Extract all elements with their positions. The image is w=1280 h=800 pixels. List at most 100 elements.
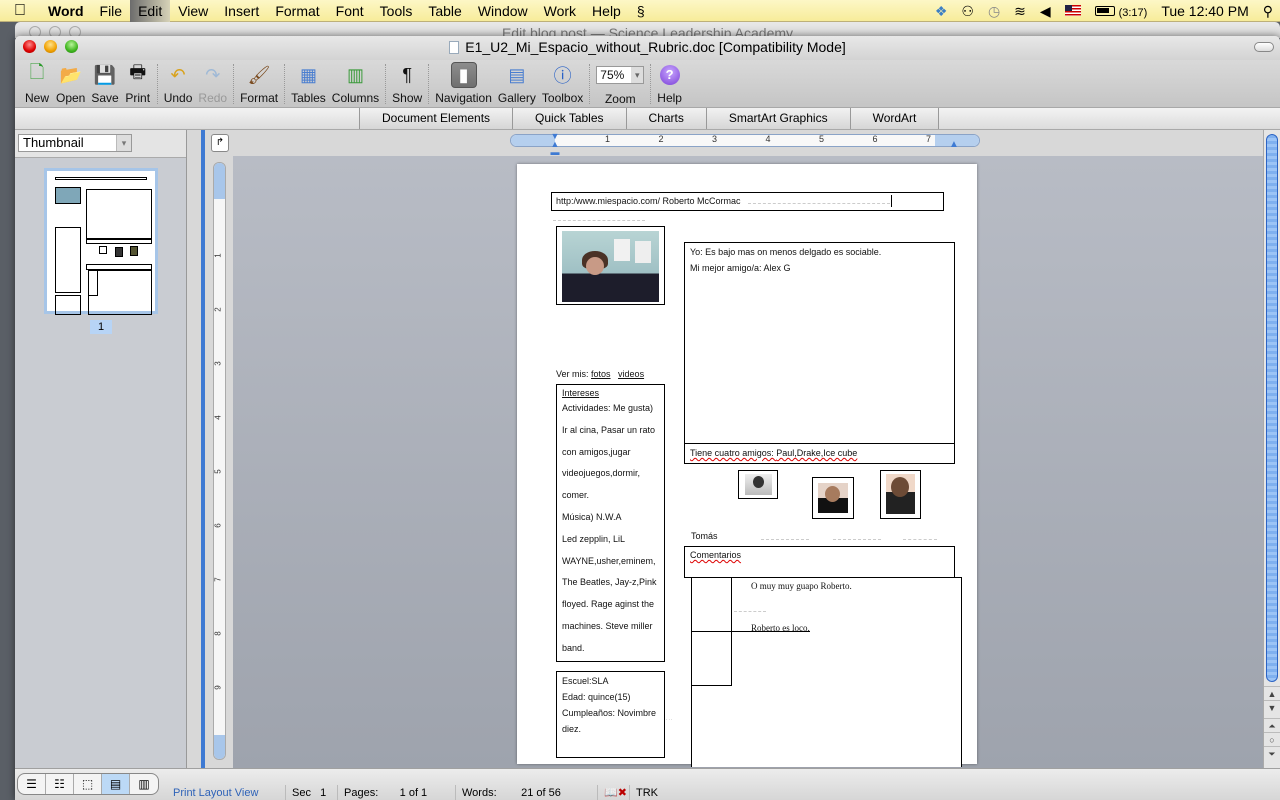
browse-object-button[interactable]: ○ — [1264, 732, 1280, 746]
info-box[interactable]: Escuel:SLAEdad: quince(15)Cumpleaños: No… — [556, 671, 665, 758]
format-button[interactable]: 🖌Format — [237, 60, 281, 105]
volume-icon[interactable]: ◀ — [1033, 3, 1058, 20]
interests-box[interactable]: Intereses Actividades: Me gusta)Ir al ci… — [556, 384, 665, 662]
input-flag-icon[interactable] — [1058, 3, 1088, 19]
tab-document-elements[interactable]: Document Elements — [360, 108, 513, 129]
ruler-number: 5 — [819, 134, 824, 144]
friend-photo-paul[interactable] — [738, 470, 778, 499]
interests-line: WAYNE,usher,eminem, — [562, 556, 656, 566]
apple-menu-icon[interactable]:  — [0, 2, 40, 20]
friend-photo-ice-cube[interactable] — [880, 470, 921, 519]
document-page[interactable]: http:/www.miespacio.com/ Roberto McCorma… — [517, 164, 977, 764]
show-button[interactable]: ¶Show — [389, 60, 425, 105]
outline-view-button[interactable]: ☷ — [46, 774, 74, 794]
zoom-select[interactable]: 75% — [596, 66, 644, 84]
dropbox-icon[interactable]: ❖ — [928, 3, 955, 20]
menu-insert[interactable]: Insert — [216, 0, 267, 22]
track-changes-indicator[interactable]: TRK — [629, 785, 679, 800]
time-machine-icon[interactable]: ◷ — [981, 3, 1007, 20]
first-line-indent-marker[interactable]: ▼▲▬ — [550, 132, 560, 152]
wifi-icon[interactable]: ≋ — [1007, 3, 1033, 20]
menu-help[interactable]: Help — [584, 0, 629, 22]
menu-format[interactable]: Format — [267, 0, 327, 22]
menu-table[interactable]: Table — [420, 0, 469, 22]
friends-box[interactable]: Tiene cuatro amigos: Paul,Drake,Ice cube — [684, 443, 955, 464]
vertical-ruler[interactable]: ↱ 123456789 — [207, 130, 233, 768]
print-layout-view-button[interactable]: ▤ — [102, 774, 130, 794]
close-button[interactable] — [23, 40, 36, 53]
previous-page-button[interactable]: ⏶ — [1264, 718, 1280, 732]
interests-line: con amigos,jugar — [562, 447, 631, 457]
right-indent-marker[interactable]: ▲ — [949, 139, 959, 150]
menu-work[interactable]: Work — [536, 0, 584, 22]
pane-splitter[interactable] — [187, 130, 207, 768]
script-menu-icon[interactable]: § — [629, 0, 653, 22]
ver-mis-line: Ver mis: fotos videos — [556, 369, 644, 379]
url-name-box[interactable]: http:/www.miespacio.com/ Roberto McCorma… — [551, 192, 944, 211]
zoom-button[interactable] — [65, 40, 78, 53]
notebook-view-button[interactable]: ▥ — [130, 774, 158, 794]
navigation-view-select[interactable]: Thumbnail — [18, 134, 132, 152]
word-count[interactable]: Words: 21 of 56 — [455, 785, 595, 800]
comment-avatar-cell — [691, 631, 732, 686]
printer-icon: 🖶 — [125, 62, 151, 88]
title-bar[interactable]: E1_U2_Mi_Espacio_without_Rubric.doc [Com… — [15, 36, 1280, 60]
friend-photo-drake[interactable] — [812, 477, 854, 519]
ruler-number: 7 — [926, 134, 931, 144]
next-page-button[interactable]: ⏷ — [1264, 746, 1280, 760]
draft-view-button[interactable]: ☰ — [18, 774, 46, 794]
toolbox-button[interactable]: ⓘToolbox — [539, 60, 586, 105]
open-button[interactable]: 📂Open — [53, 60, 88, 105]
toolbar-toggle-button[interactable] — [1254, 42, 1274, 52]
save-button[interactable]: 💾Save — [88, 60, 121, 105]
print-button[interactable]: 🖶Print — [122, 60, 154, 105]
columns-button[interactable]: ▥Columns — [329, 60, 382, 105]
menu-edit[interactable]: Edit — [130, 0, 170, 22]
toolbar-separator — [284, 64, 285, 104]
menu-window[interactable]: Window — [470, 0, 536, 22]
table-grid-icon: ▦ — [295, 62, 321, 88]
tab-wordart[interactable]: WordArt — [851, 108, 940, 129]
tab-charts[interactable]: Charts — [627, 108, 707, 129]
menu-view[interactable]: View — [170, 0, 216, 22]
page-count: Pages: 1 of 1 — [337, 785, 453, 800]
gallery-button[interactable]: ▤Gallery — [495, 60, 539, 105]
navigation-button[interactable]: ▮Navigation — [432, 60, 495, 105]
comments-header-box[interactable]: Comentarios — [684, 546, 955, 578]
scroll-up-arrow[interactable]: ▲ — [1264, 686, 1280, 700]
vertical-scrollbar[interactable]: ▲ ▼ ⏶ ○ ⏷ — [1263, 130, 1280, 768]
battery-icon[interactable]: (3:17) — [1088, 3, 1155, 19]
publishing-layout-view-button[interactable]: ⬚ — [74, 774, 102, 794]
menu-file[interactable]: File — [92, 0, 131, 22]
toolbar-separator — [650, 64, 651, 104]
fotos-link[interactable]: fotos — [591, 369, 611, 379]
minimize-button[interactable] — [44, 40, 57, 53]
info-line: diez. — [562, 724, 581, 734]
new-button[interactable]: 🗋New — [21, 60, 53, 105]
document-canvas[interactable]: http:/www.miespacio.com/ Roberto McCorma… — [233, 156, 1263, 768]
about-me-box[interactable]: Yo: Es bajo mas on menos delgado es soci… — [684, 242, 955, 444]
menu-tools[interactable]: Tools — [372, 0, 421, 22]
comments-table[interactable]: O muy muy guapo Roberto. Roberto es loco… — [691, 577, 962, 767]
help-button[interactable]: ?Help — [654, 60, 685, 105]
tab-quick-tables[interactable]: Quick Tables — [513, 108, 626, 129]
scroll-down-arrow[interactable]: ▼ — [1264, 700, 1280, 714]
spotlight-search-icon[interactable]: ⚲ — [1256, 3, 1280, 20]
menu-font[interactable]: Font — [328, 0, 372, 22]
horizontal-ruler[interactable]: 1234567 — [510, 134, 980, 147]
tab-smartart-graphics[interactable]: SmartArt Graphics — [707, 108, 851, 129]
binoculars-icon[interactable]: ⚇ — [954, 3, 981, 20]
tables-button[interactable]: ▦Tables — [288, 60, 329, 105]
page-thumbnail[interactable] — [44, 168, 158, 314]
menu-app-word[interactable]: Word — [40, 0, 92, 22]
redo-button[interactable]: ↷Redo — [195, 60, 230, 105]
tab-stop-selector[interactable]: ↱ — [211, 134, 229, 152]
spelling-status-icon[interactable]: 📖✖ — [597, 785, 629, 800]
horizontal-ruler-row: 1234567 ▼▲▬ ▲ — [233, 130, 1263, 156]
scrollbar-thumb[interactable] — [1266, 134, 1278, 682]
clock[interactable]: Tue 12:40 PM — [1154, 3, 1255, 19]
undo-button[interactable]: ↶Undo — [161, 60, 196, 105]
profile-photo-frame[interactable] — [556, 226, 665, 305]
friends-names: Paul,Drake,Ice cube — [776, 448, 857, 458]
videos-link[interactable]: videos — [618, 369, 644, 379]
